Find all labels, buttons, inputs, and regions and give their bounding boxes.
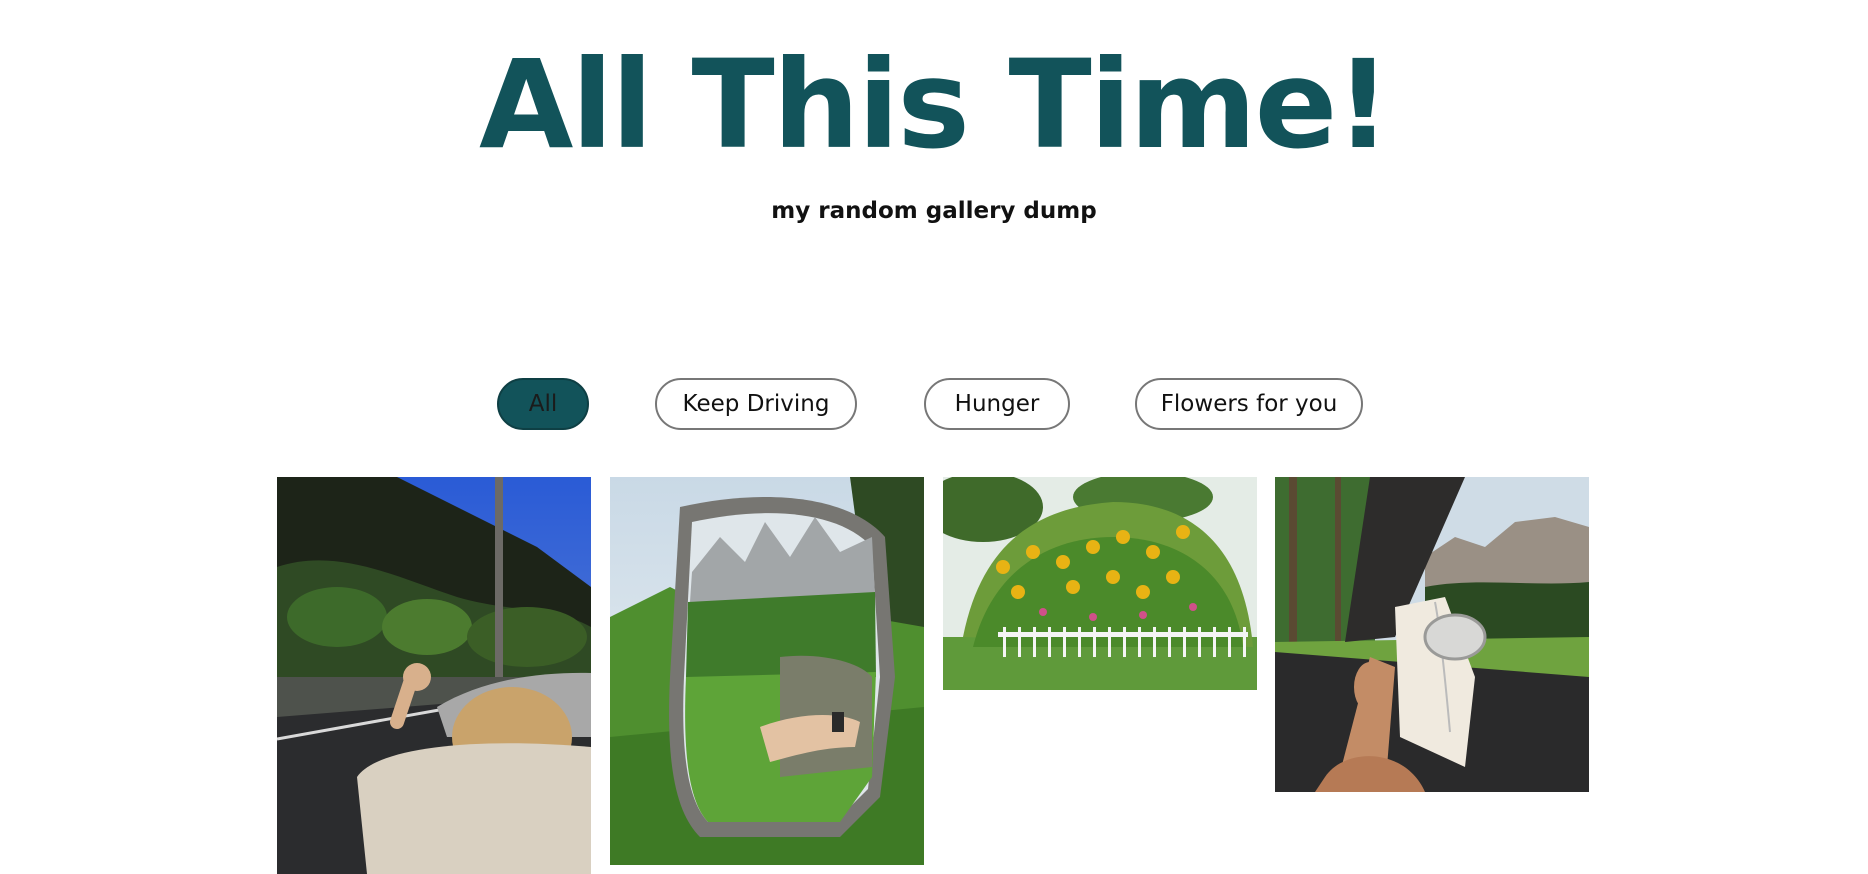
- side-mirror-mountains-photo: [610, 477, 924, 865]
- filter-bar: All Keep Driving Hunger Flowers for you: [0, 378, 1868, 434]
- reading-in-car-photo: [1275, 477, 1589, 792]
- convertible-drive-photo: [277, 477, 591, 874]
- sunflower-garden-photo: [943, 477, 1257, 690]
- filter-flowers-button[interactable]: Flowers for you: [1135, 378, 1363, 430]
- gallery-card[interactable]: [610, 477, 924, 865]
- gallery-card[interactable]: [1275, 477, 1589, 792]
- gallery-card[interactable]: [943, 477, 1257, 690]
- page-subtitle: my random gallery dump: [771, 198, 1097, 224]
- page-title: All This Time!: [478, 34, 1391, 176]
- photo-gallery: [0, 477, 1868, 874]
- filter-all-button[interactable]: All: [497, 378, 589, 430]
- filter-keep-driving-button[interactable]: Keep Driving: [655, 378, 857, 430]
- gallery-card[interactable]: [277, 477, 591, 874]
- filter-hunger-button[interactable]: Hunger: [924, 378, 1070, 430]
